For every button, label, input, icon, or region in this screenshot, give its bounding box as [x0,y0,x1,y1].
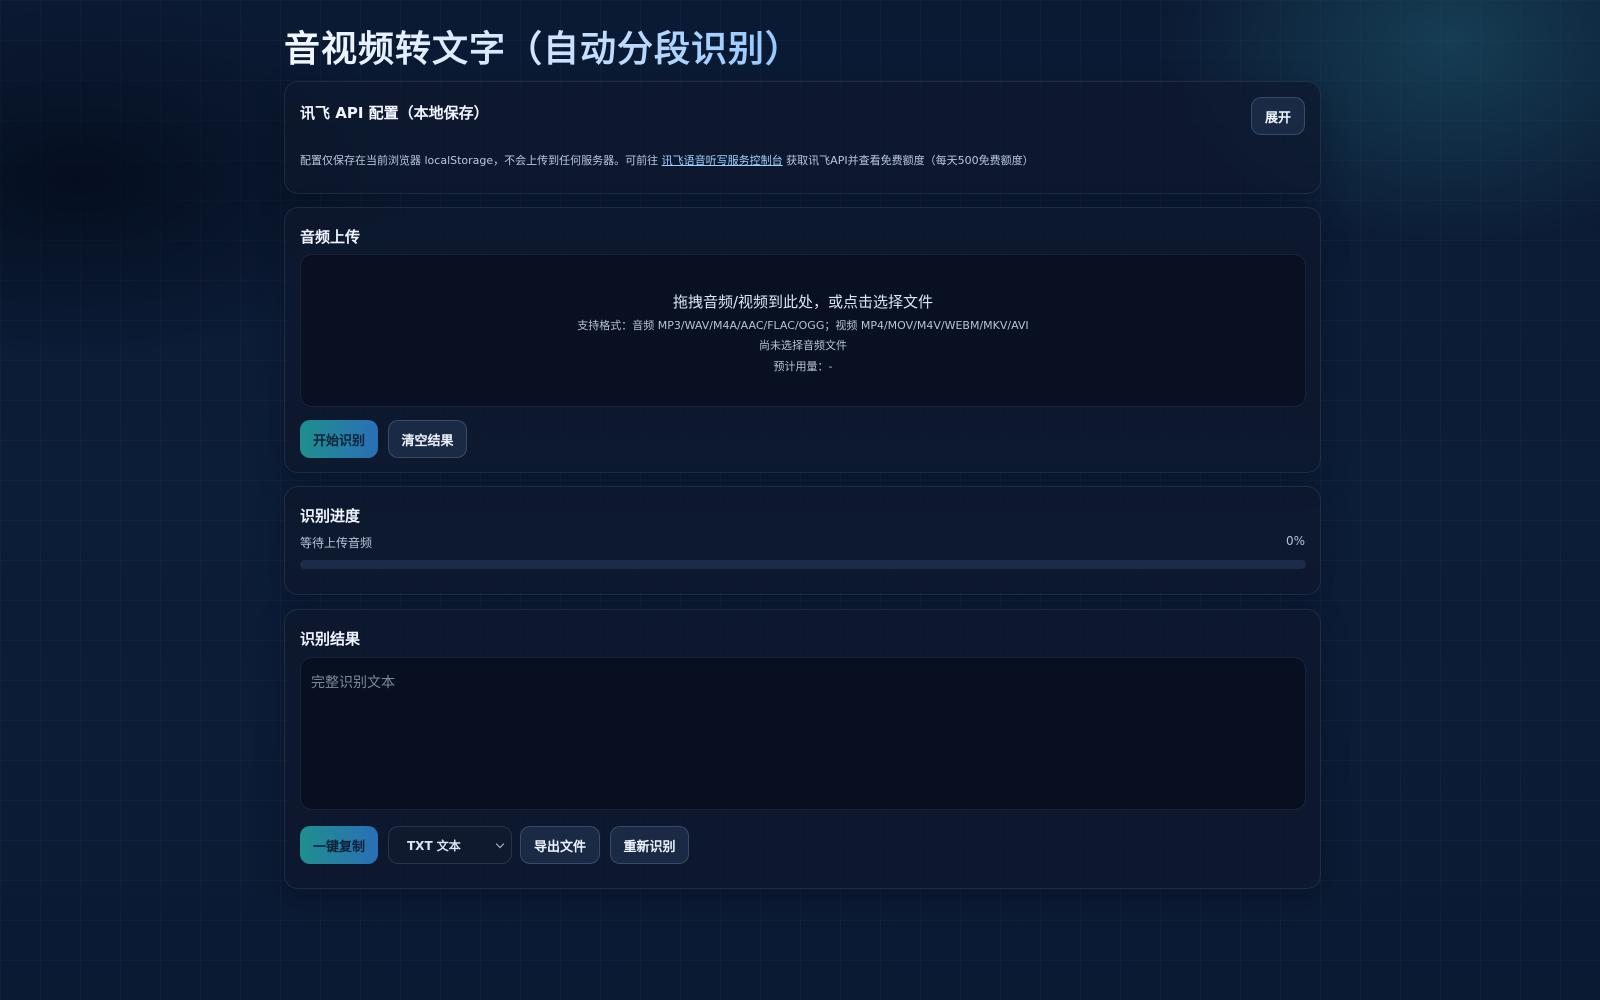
result-title: 识别结果 [300,630,361,648]
upload-card: 音频上传 拖拽音频/视频到此处，或点击选择文件 支持格式：音频 MP3/WAV/… [284,207,1321,473]
file-status: 尚未选择音频文件 [759,339,847,352]
expand-button[interactable]: 展开 [1251,97,1305,135]
api-note-text: 配置仅保存在当前浏览器 localStorage，不会上传到任何服务器。可前往 [300,154,662,167]
copy-button[interactable]: 一键复制 [300,826,378,864]
dropzone-label: 拖拽音频/视频到此处，或点击选择文件 [672,293,934,311]
result-textarea[interactable] [300,657,1306,810]
page-title: 音视频转文字（自动分段识别） [284,20,802,72]
upload-title: 音频上传 [300,228,361,246]
progress-title: 识别进度 [300,507,361,525]
result-card: 识别结果 一键复制 TXT 文本 导出文件 重新识别 [284,609,1321,889]
export-format-value: TXT 文本 [407,838,461,853]
console-link[interactable]: 讯飞语音听写服务控制台 [662,154,783,167]
api-note-text-after: 获取讯飞API并查看免费额度（每天500免费额度） [782,154,1034,167]
usage-estimate: 预计用量：- [773,360,833,373]
api-config-note: 配置仅保存在当前浏览器 localStorage，不会上传到任何服务器。可前往 … [300,152,1034,168]
progress-bar [300,560,1306,569]
export-format-select[interactable]: TXT 文本 [388,826,512,864]
supported-formats: 支持格式：音频 MP3/WAV/M4A/AAC/FLAC/OGG；视频 MP4/… [577,319,1029,332]
chevron-down-icon [495,839,505,849]
progress-card: 识别进度 等待上传音频 0% [284,486,1321,595]
progress-status: 等待上传音频 [300,536,373,550]
export-file-button[interactable]: 导出文件 [520,826,600,864]
start-recognition-button[interactable]: 开始识别 [300,420,378,458]
retry-recognition-button[interactable]: 重新识别 [610,826,689,864]
file-dropzone[interactable]: 拖拽音频/视频到此处，或点击选择文件 支持格式：音频 MP3/WAV/M4A/A… [300,254,1306,407]
api-config-title: 讯飞 API 配置（本地保存） [300,104,489,122]
clear-results-button[interactable]: 清空结果 [388,420,467,458]
progress-percent: 0% [1285,534,1305,548]
api-config-card: 讯飞 API 配置（本地保存） 展开 配置仅保存在当前浏览器 localStor… [284,81,1321,194]
